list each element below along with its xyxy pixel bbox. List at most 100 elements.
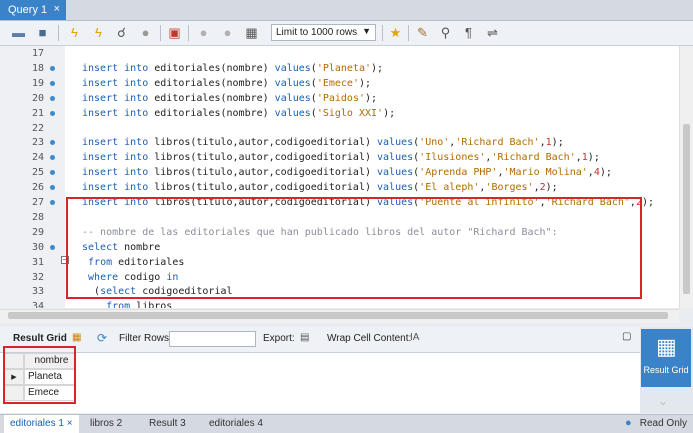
editor-line[interactable]: 26 insert into libros(titulo,autor,codigo… [0,181,679,194]
export-icon[interactable]: ▤ [300,332,309,343]
result-grid-icon: ▦ [656,334,677,359]
statement-marker-icon [50,170,55,176]
editor-line[interactable]: 31 from editoriales [0,256,679,269]
query-toolbar: ▬ ■ ϟ ϟ ☌ ● ▣ ● ● ▦ Limit to 1000 rows ▼… [0,21,693,46]
editor-horizontal-scroll-thumb[interactable] [8,312,668,319]
result-grid-label[interactable]: Result Grid [13,333,67,344]
refresh-icon[interactable]: ⟳ [97,331,107,345]
line-number: 24 [31,152,44,164]
statement-marker-icon [50,244,55,250]
toolbar-separator [160,25,161,41]
stop-icon[interactable]: ● [137,24,154,41]
chevron-down-icon[interactable]: ⌄ [658,394,668,408]
limit-rows-select[interactable]: Limit to 1000 rows ▼ [271,24,376,41]
line-code: from editoriales [88,256,185,268]
line-code: insert into libros(titulo,autor,codigoed… [82,152,600,164]
line-code: insert into libros(titulo,autor,codigoed… [82,167,612,179]
editor-line[interactable]: 17 [0,47,679,60]
add-snippet-icon[interactable]: ★ [387,24,404,41]
editor-line[interactable]: 24 insert into libros(titulo,autor,codigo… [0,151,679,164]
editor-line[interactable]: 22 [0,122,679,135]
execute-current-icon[interactable]: ϟ [90,24,107,41]
save-icon[interactable]: ■ [34,24,51,41]
line-code: insert into libros(titulo,autor,codigoed… [82,137,564,149]
line-number: 18 [31,62,44,74]
open-file-icon[interactable]: ▬ [10,24,27,41]
fold-marker-icon[interactable]: − [61,256,69,264]
editor-line[interactable]: 30 select nombre [0,241,679,254]
editor-line[interactable]: 29 -- nombre de las editoriales que han p… [0,226,679,239]
grid-highlight-box [3,346,76,404]
editor-line[interactable]: 25 insert into libros(titulo,autor,codigo… [0,166,679,179]
editor-line[interactable]: 32 where codigo in [0,271,679,284]
line-number: 23 [31,137,44,149]
line-code: where codigo in [88,271,179,283]
statement-marker-icon [50,155,55,161]
line-code: insert into editoriales(nombre) values('… [82,92,378,104]
line-code: (select codigoeditorial [82,286,233,298]
rollback-icon[interactable]: ● [219,24,236,41]
editor-line[interactable]: 21 insert into editoriales(nombre) values… [0,107,679,120]
filter-rows-input[interactable] [169,331,256,347]
line-number: 21 [31,107,44,119]
line-code: insert into editoriales(nombre) values('… [82,77,372,89]
tab-query-1[interactable]: Query 1 × [0,0,66,20]
editor-line[interactable]: 18 insert into editoriales(nombre) values… [0,62,679,75]
result-tab-libros-2[interactable]: libros 2 [84,415,128,433]
editor-line[interactable]: 20 insert into editoriales(nombre) values… [0,92,679,105]
line-number: 20 [31,92,44,104]
execute-icon[interactable]: ϟ [66,24,83,41]
line-number: 32 [31,271,44,283]
filter-rows-label: Filter Rows: [119,333,172,344]
line-code: insert into editoriales(nombre) values('… [82,107,396,119]
statement-marker-icon [50,185,55,191]
line-number: 30 [31,241,44,253]
line-number: 19 [31,77,44,89]
result-grid-side-label: Result Grid [643,365,689,375]
statement-marker-icon [50,65,55,71]
line-number: 17 [31,48,44,59]
close-tab-icon[interactable]: × [54,3,60,15]
line-number: 29 [31,226,44,238]
line-number: 28 [31,211,44,223]
result-tab-result-3[interactable]: Result 3 [143,415,192,433]
find-icon[interactable]: ⚲ [437,24,454,41]
commit-icon[interactable]: ● [195,24,212,41]
editor-line[interactable]: 28 [0,211,679,224]
result-grid-side-button[interactable]: ▦ Result Grid [641,329,691,387]
line-code: insert into editoriales(nombre) values('… [82,62,384,74]
wrap-cell-icon[interactable]: IA [410,332,419,343]
statement-marker-icon [50,140,55,146]
explain-icon[interactable]: ☌ [113,24,130,41]
line-number: 26 [31,182,44,194]
invisible-chars-icon[interactable]: ¶ [460,24,477,41]
autocommit-icon[interactable]: ▦ [243,24,260,41]
toggle-error-icon[interactable]: ▣ [166,24,183,41]
editor-line[interactable]: 23 insert into libros(titulo,autor,codigo… [0,136,679,149]
editor-line[interactable]: 34 from libros [0,300,679,308]
toolbar-separator [188,25,189,41]
toolbar-separator [408,25,409,41]
statement-marker-icon [50,80,55,86]
editor-line[interactable]: 19 insert into editoriales(nombre) values… [0,77,679,90]
sql-editor[interactable]: 17 18 insert into editoriales(nombre) valu… [0,46,679,308]
line-number: 25 [31,167,44,179]
result-tab-editoriales-1[interactable]: editoriales 1 × [4,415,79,433]
result-grid: nombre ▶ Planeta Emece [0,353,640,413]
editor-vertical-scroll-thumb[interactable] [683,124,690,294]
word-wrap-icon[interactable]: ⇌ [484,24,501,41]
line-code: insert into libros(titulo,autor,codigoed… [82,197,655,208]
line-code: select nombre [82,241,161,253]
beautify-icon[interactable]: ✎ [414,24,431,41]
panel-toggle-icon[interactable]: ▢ [622,331,631,342]
export-label: Export: [263,333,295,344]
editor-line[interactable]: 27 insert into libros(titulo,autor,codigo… [0,196,679,209]
line-number: 33 [31,286,44,298]
editor-line[interactable]: 33 (select codigoeditorial [0,285,679,298]
line-number: 34 [31,301,44,308]
grid-icon[interactable]: ▦ [72,332,81,343]
tab-bar: Query 1 × [0,0,693,21]
result-tab-editoriales-4[interactable]: editoriales 4 [203,415,269,433]
line-number: 27 [31,197,44,208]
statement-marker-icon [50,95,55,101]
